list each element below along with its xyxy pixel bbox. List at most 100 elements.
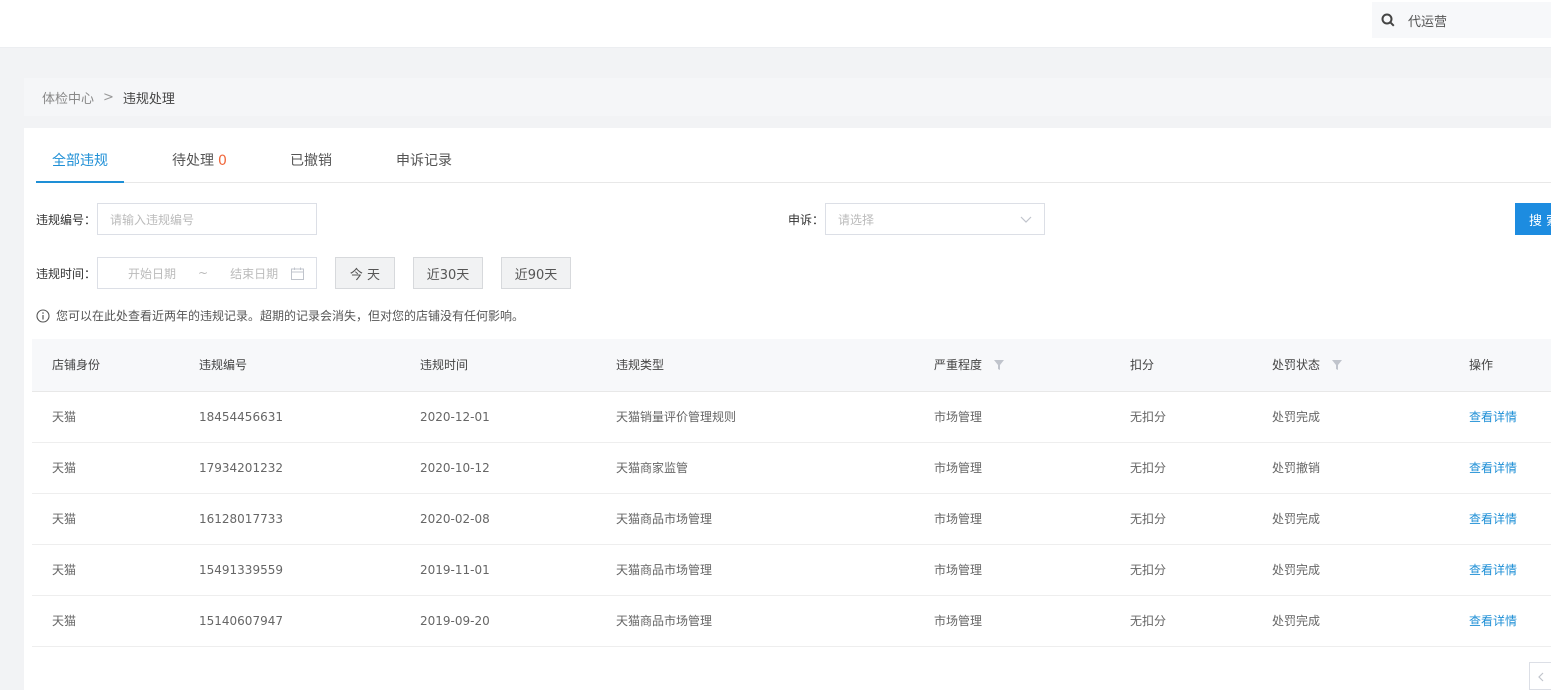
table-cell: 2020-12-01	[420, 391, 616, 443]
table-cell: 市场管理	[934, 544, 1130, 596]
table-cell: 无扣分	[1130, 493, 1272, 545]
table-cell: 市场管理	[934, 595, 1130, 647]
start-date-placeholder[interactable]: 开始日期	[128, 265, 176, 282]
tab-all-violations[interactable]: 全部违规	[36, 144, 124, 183]
table-cell: 天猫	[32, 391, 199, 443]
table-cell: 15140607947	[199, 595, 420, 647]
table-cell: 查看详情	[1469, 544, 1551, 596]
search-icon[interactable]	[1380, 12, 1396, 28]
view-details-link[interactable]: 查看详情	[1469, 410, 1517, 424]
table-cell: 2019-09-20	[420, 595, 616, 647]
violation-no-label: 违规编号：	[36, 213, 97, 227]
appeal-placeholder: 请选择	[838, 212, 875, 227]
quick-range-label: 近90天	[514, 267, 558, 283]
search-button-label: 搜 索	[1529, 213, 1551, 229]
end-date-placeholder[interactable]: 结束日期	[230, 265, 278, 282]
date-range-picker[interactable]: 开始日期 ~ 结束日期	[97, 257, 317, 289]
today-button[interactable]: 今 天	[335, 257, 395, 289]
chevron-left-icon	[1537, 667, 1545, 686]
table-cell: 18454456631	[199, 391, 420, 443]
top-bar: 代运营	[0, 0, 1551, 48]
appeal-select[interactable]: 请选择	[825, 203, 1045, 235]
table-cell: 查看详情	[1469, 391, 1551, 443]
table-cell: 查看详情	[1469, 595, 1551, 647]
table-cell: 天猫商品市场管理	[616, 493, 934, 545]
table-row: 天猫 15491339559 2019-11-01 天猫商品市场管理 市场管理 …	[32, 544, 1551, 596]
column-header: 处罚状态	[1272, 339, 1469, 392]
table-cell: 市场管理	[934, 391, 1130, 443]
table-cell: 2020-02-08	[420, 493, 616, 545]
violation-no-input[interactable]: 请输入违规编号	[97, 203, 317, 235]
table-cell: 查看详情	[1469, 442, 1551, 494]
table-row: 天猫 15140607947 2019-09-20 天猫商品市场管理 市场管理 …	[32, 595, 1551, 647]
violations-table: 店铺身份 违规编号 违规时间 违规类型 严重程度 扣分 处罚状态 操作 天猫 1…	[32, 339, 1551, 647]
table-cell: 查看详情	[1469, 493, 1551, 545]
table-row: 天猫 16128017733 2020-02-08 天猫商品市场管理 市场管理 …	[32, 493, 1551, 545]
table-cell: 17934201232	[199, 442, 420, 494]
main-panel: 全部违规 待处理 0 已撤销 申诉记录 违规编号： 请输入违规编号 申诉： 请选择…	[24, 128, 1551, 690]
column-header: 违规时间	[420, 339, 616, 392]
filter-icon[interactable]	[993, 359, 1004, 373]
tab-revoked[interactable]: 已撤销	[290, 144, 332, 183]
table-cell: 天猫	[32, 493, 199, 545]
breadcrumb: 体检中心 > 违规处理	[24, 78, 1551, 116]
breadcrumb-current: 违规处理	[122, 91, 175, 107]
view-details-link[interactable]: 查看详情	[1469, 512, 1517, 526]
table-cell: 无扣分	[1130, 544, 1272, 596]
chevron-down-icon	[1020, 214, 1032, 228]
table-cell: 市场管理	[934, 493, 1130, 545]
table-header-row: 店铺身份 违规编号 违规时间 违规类型 严重程度 扣分 处罚状态 操作	[32, 339, 1551, 392]
table-cell: 无扣分	[1130, 391, 1272, 443]
table-cell: 处罚完成	[1272, 493, 1469, 545]
table-cell: 天猫商品市场管理	[616, 544, 934, 596]
table-cell: 处罚完成	[1272, 544, 1469, 596]
table-cell: 无扣分	[1130, 595, 1272, 647]
violation-time-label: 违规时间：	[36, 267, 97, 281]
pending-count: 0	[218, 153, 227, 169]
table-cell: 2019-11-01	[420, 544, 616, 596]
table-cell: 天猫销量评价管理规则	[616, 391, 934, 443]
table-cell: 处罚完成	[1272, 391, 1469, 443]
tab-bar: 全部违规 待处理 0 已撤销 申诉记录	[36, 144, 1551, 183]
table-cell: 天猫	[32, 544, 199, 596]
tab-label: 申诉记录	[396, 153, 452, 169]
table-cell: 2020-10-12	[420, 442, 616, 494]
column-header: 严重程度	[934, 339, 1130, 392]
column-header: 违规编号	[199, 339, 420, 392]
info-icon	[36, 308, 50, 323]
column-header: 操作	[1469, 339, 1551, 392]
view-details-link[interactable]: 查看详情	[1469, 563, 1517, 577]
table-cell: 无扣分	[1130, 442, 1272, 494]
tab-appeal-records[interactable]: 申诉记录	[396, 144, 452, 183]
notice-text: 您可以在此处查看近两年的违规记录。超期的记录会消失，但对您的店铺没有任何影响。	[56, 309, 525, 323]
column-header: 店铺身份	[32, 339, 199, 392]
last-90-days-button[interactable]: 近90天	[501, 257, 571, 289]
table-cell: 天猫商家监管	[616, 442, 934, 494]
table-row: 天猫 18454456631 2020-12-01 天猫销量评价管理规则 市场管…	[32, 391, 1551, 443]
search-box[interactable]: 代运营	[1372, 2, 1551, 38]
search-text: 代运营	[1408, 14, 1448, 30]
tab-label: 全部违规	[52, 153, 108, 169]
quick-range-label: 近30天	[426, 267, 470, 283]
last-30-days-button[interactable]: 近30天	[413, 257, 483, 289]
search-button[interactable]: 搜 索	[1515, 203, 1551, 235]
scroll-left-button[interactable]	[1529, 662, 1551, 690]
violation-no-placeholder: 请输入违规编号	[110, 212, 195, 227]
view-details-link[interactable]: 查看详情	[1469, 614, 1517, 628]
table-cell: 15491339559	[199, 544, 420, 596]
calendar-icon[interactable]	[291, 267, 304, 283]
tab-pending[interactable]: 待处理 0	[172, 144, 227, 183]
table-cell: 天猫	[32, 595, 199, 647]
appeal-label: 申诉：	[788, 213, 825, 227]
breadcrumb-root[interactable]: 体检中心	[42, 88, 94, 107]
column-header: 违规类型	[616, 339, 934, 392]
tab-label: 待处理	[172, 153, 214, 169]
notice: 您可以在此处查看近两年的违规记录。超期的记录会消失，但对您的店铺没有任何影响。	[36, 307, 524, 324]
table-cell: 天猫商品市场管理	[616, 595, 934, 647]
date-separator: ~	[198, 266, 209, 280]
table-cell: 市场管理	[934, 442, 1130, 494]
view-details-link[interactable]: 查看详情	[1469, 461, 1517, 475]
table-cell: 处罚撤销	[1272, 442, 1469, 494]
table-cell: 16128017733	[199, 493, 420, 545]
filter-icon[interactable]	[1331, 359, 1342, 373]
